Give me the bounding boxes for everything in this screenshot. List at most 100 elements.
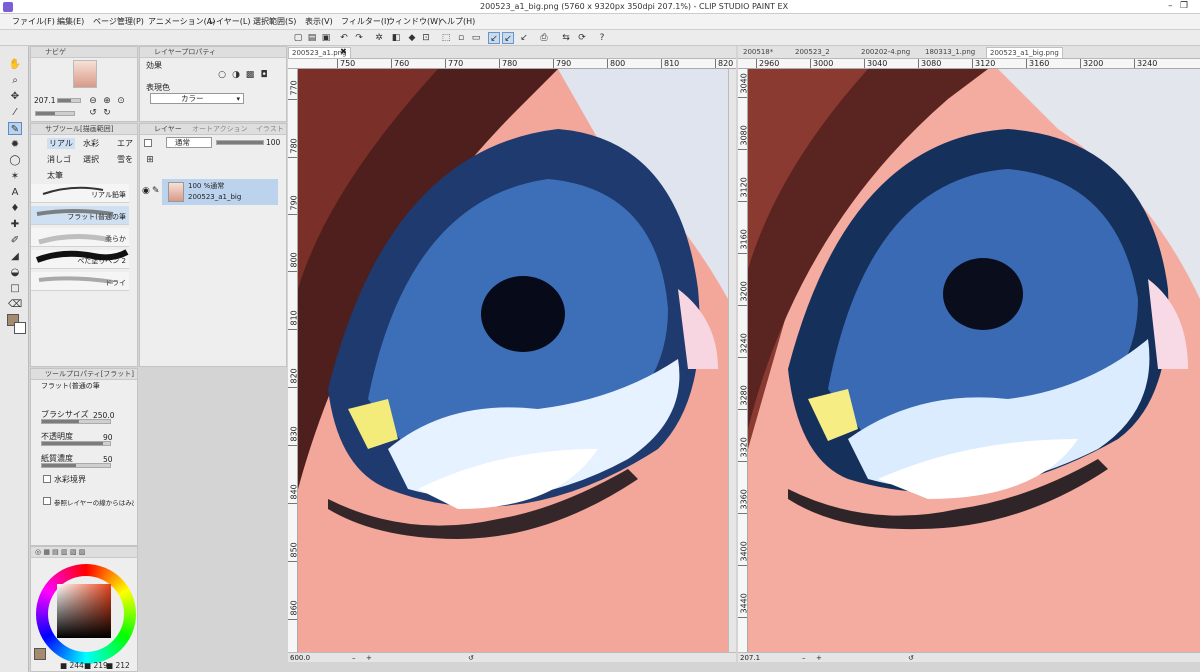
rotate-reset-icon[interactable]: ↺ [908, 653, 914, 663]
move-icon[interactable]: ✥ [8, 90, 22, 103]
subtool-tab-real[interactable]: リアル [47, 138, 75, 149]
pen-icon[interactable]: ✎ [8, 122, 22, 135]
layer-opacity-slider[interactable] [216, 140, 264, 145]
navigator-zoom[interactable]: 207.1 [34, 96, 55, 105]
tab-doc-200202[interactable]: 200202-4.png [858, 47, 913, 58]
current-main-color[interactable] [34, 648, 46, 660]
lasso-icon[interactable]: ✹ [8, 138, 22, 151]
right-canvas[interactable] [748, 69, 1200, 652]
restore-button[interactable]: ❐ [1180, 1, 1188, 11]
subtool-tab-thick[interactable]: 太筆 [47, 170, 63, 181]
new-icon[interactable]: ▢ [292, 32, 304, 44]
tab-illust[interactable]: イラスト [256, 125, 284, 133]
deselect-icon[interactable]: ⬚ [440, 32, 452, 44]
layer-opacity-value[interactable]: 100 [266, 138, 280, 147]
tab-doc-200523-2[interactable]: 200523_2 [792, 47, 833, 58]
redo-icon[interactable]: ↷ [353, 32, 365, 44]
zoom-icon[interactable]: ⌕ [8, 74, 22, 87]
rotate-reset-icon[interactable]: ↺ [468, 653, 474, 663]
right-zoom-value[interactable]: 207.1 [740, 653, 760, 663]
clip-icon[interactable]: ⊞ [144, 154, 156, 166]
tab-layer[interactable]: レイヤー [154, 125, 182, 133]
menu-layer[interactable]: レイヤー(L) [208, 16, 250, 27]
eraser-icon[interactable]: ⌫ [8, 298, 22, 311]
menu-edit[interactable]: 編集(E) [57, 16, 84, 27]
snap-special-ruler-icon[interactable]: ↙ [502, 32, 514, 44]
text-icon[interactable]: A [8, 186, 22, 199]
menu-animation[interactable]: アニメーション(A) [148, 16, 215, 27]
tab-doc-180313[interactable]: 180313_1.png [922, 47, 978, 58]
undo-icon[interactable]: ↶ [338, 32, 350, 44]
transform-icon[interactable]: ⊡ [420, 32, 432, 44]
left-scrollbar-vertical[interactable] [728, 69, 736, 652]
rotate-icon[interactable]: ⟳ [576, 32, 588, 44]
subtool-tab-eraser[interactable]: 消しゴ [47, 154, 71, 165]
tab-doc-200518[interactable]: 200518* [740, 47, 776, 58]
rotate-left-icon[interactable]: ↺ [87, 107, 99, 119]
minimize-button[interactable]: – [1168, 1, 1173, 11]
layer-lock-checkbox[interactable] [144, 139, 152, 147]
eyedropper-icon[interactable]: ⁄ [8, 106, 22, 119]
opacity-slider[interactable] [41, 441, 111, 446]
brush-size-slider[interactable] [41, 419, 111, 424]
navigator-thumbnail[interactable] [73, 60, 97, 88]
navigator-rotate-slider[interactable] [35, 111, 75, 116]
menu-selection[interactable]: 選択範囲(S) [253, 16, 296, 27]
left-canvas[interactable] [298, 69, 728, 652]
border-effect-icon[interactable]: ○ [216, 69, 228, 81]
menu-help[interactable]: ヘルプ(H) [439, 16, 475, 27]
snap-ruler-icon[interactable]: ↙ [488, 32, 500, 44]
menu-window[interactable]: ウィンドウ(W) [387, 16, 441, 27]
flip-icon[interactable]: ⇆ [560, 32, 572, 44]
left-zoom-value[interactable]: 600.0 [290, 653, 310, 663]
printer-icon[interactable]: ⎙ [538, 32, 550, 44]
menu-filter[interactable]: フィルター(I) [341, 16, 389, 27]
open-icon[interactable]: ▤ [306, 32, 318, 44]
tone-effect-icon[interactable]: ◑ [230, 69, 242, 81]
invert-icon[interactable]: ▫ [455, 32, 467, 44]
tab-doc-200523-a1-big[interactable]: 200523_a1_big.png [986, 47, 1063, 58]
gradient-icon[interactable]: ◢ [8, 250, 22, 263]
sub-color-swatch[interactable] [14, 322, 26, 334]
close-icon[interactable]: ✖ [340, 47, 347, 56]
clear-icon[interactable]: ✲ [373, 32, 385, 44]
watercolor-checkbox[interactable] [43, 475, 51, 483]
magic-wand-icon[interactable]: ✶ [8, 170, 22, 183]
decoration-icon[interactable]: ✚ [8, 218, 22, 231]
subtool-tab-air[interactable]: エア [117, 138, 133, 149]
hand-icon[interactable]: ✋ [8, 58, 22, 71]
menu-view[interactable]: 表示(V) [305, 16, 333, 27]
menu-file[interactable]: ファイル(F) [12, 16, 55, 27]
subtool-tab-snow[interactable]: 雪を [117, 154, 133, 165]
blend-mode-select[interactable]: 通常 [166, 137, 212, 148]
layer-row[interactable]: 100 %通常 200523_a1_big [162, 179, 278, 205]
eye-icon[interactable]: ◉ [142, 186, 150, 196]
figure-icon[interactable]: □ [8, 282, 22, 295]
paper-slider[interactable] [41, 463, 111, 468]
ref-layer-checkbox[interactable] [43, 497, 51, 505]
subtool-tab-watercolor[interactable]: 水彩 [83, 138, 99, 149]
bucket-icon[interactable]: ◒ [8, 266, 22, 279]
navigator-zoom-slider[interactable] [57, 98, 81, 103]
color-sv-square[interactable] [57, 584, 111, 638]
snap-grid-icon[interactable]: ↙ [518, 32, 530, 44]
menu-page[interactable]: ページ管理(P) [93, 16, 144, 27]
fit-icon[interactable]: ⊙ [115, 95, 127, 107]
brush-icon[interactable]: ✐ [8, 234, 22, 247]
zoom-out-icon[interactable]: – [802, 653, 806, 663]
tab-auto-action[interactable]: オートアクション [192, 125, 248, 133]
expression-select[interactable]: カラー ▾ [150, 93, 244, 104]
zoom-in-icon[interactable]: + [366, 653, 372, 663]
help-icon[interactable]: ? [596, 32, 608, 44]
rotate-right-icon[interactable]: ↻ [101, 107, 113, 119]
zoom-in-icon[interactable]: ⊕ [101, 95, 113, 107]
pattern-effect-icon[interactable]: ▩ [244, 69, 256, 81]
zoom-in-icon[interactable]: + [816, 653, 822, 663]
save-icon[interactable]: ▣ [320, 32, 332, 44]
fill-icon[interactable]: ◧ [390, 32, 402, 44]
select-icon[interactable]: ◯ [8, 154, 22, 167]
zoom-out-icon[interactable]: ⊖ [87, 95, 99, 107]
layer-color-icon[interactable]: ◘ [258, 69, 270, 81]
zoom-out-icon[interactable]: – [352, 653, 356, 663]
subtool-tab-select[interactable]: 選択 [83, 154, 99, 165]
